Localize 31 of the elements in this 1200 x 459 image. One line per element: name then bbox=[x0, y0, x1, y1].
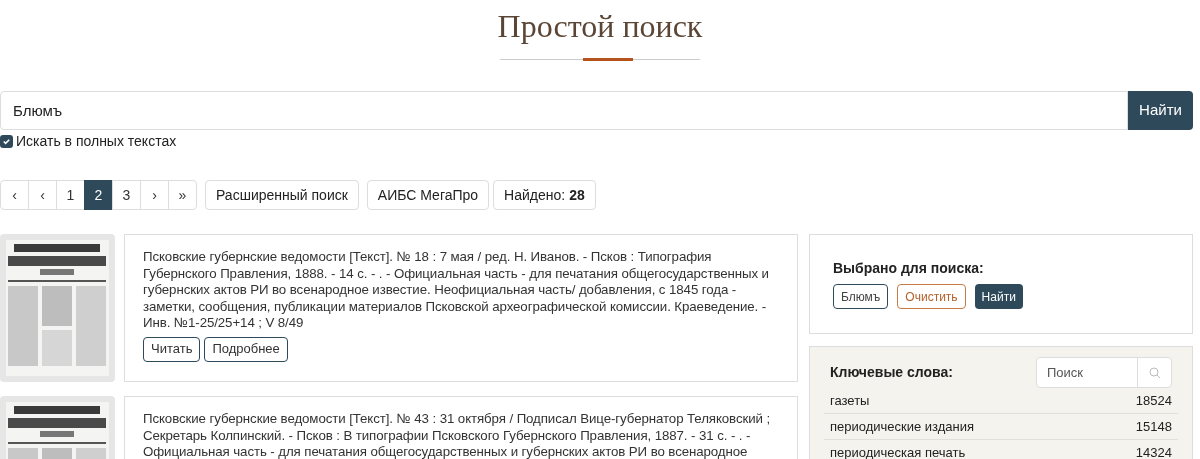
search-icon bbox=[1148, 366, 1161, 379]
tool-button[interactable]: АИБС МегаПро bbox=[366, 180, 490, 210]
result-button[interactable]: Читать bbox=[143, 336, 201, 362]
keyword-search-field[interactable]: Поиск bbox=[1036, 357, 1172, 388]
search-button[interactable]: Найти bbox=[1128, 91, 1193, 130]
page-link[interactable]: ‹ bbox=[28, 180, 57, 210]
result-description: Псковские губернские ведомости [Текст]. № 18 : 7 мая / ред. Н. Иванов. - Псков : Типография Губернского Правления, 1888. - 14 с. - . - Официальная часть - для печатания общегосударственных и губернских актов РИ во всенародное известие. Неофициальная часть/ добавления, с 1845 года - заметки, сообщения, публикации материалов Псковской археографической комиссии. Краеведение. - Инв. №1-25/25+14 ; V 8/49 bbox=[143, 249, 770, 332]
keyword-search-input[interactable]: Поиск bbox=[1037, 358, 1137, 387]
find-button[interactable]: Найти bbox=[974, 284, 1023, 309]
tool-button[interactable]: Расширенный поиск bbox=[205, 180, 359, 210]
keyword-row[interactable]: газеты 18524 bbox=[824, 388, 1178, 414]
keyword-row[interactable]: периодические издания 15148 bbox=[824, 414, 1178, 440]
result-description: Псковские губернские ведомости [Текст]. № 43 : 31 октября / Подписал Вице-губернатор Теляковский ; Секретарь Колпинский. - Псков : В типографии Псковского Губернского Правления, 1887. - 31 с. - . - Официальная часть - для печатания общегосударственных и губернских актов РИ во всенародное bbox=[143, 411, 771, 459]
keyword-row[interactable]: периодическая печать 14324 bbox=[824, 440, 1178, 459]
panel-title: Ключевые слова: bbox=[830, 363, 953, 382]
page-title: Простой поиск bbox=[497, 7, 703, 46]
page-link[interactable]: 1 bbox=[56, 180, 85, 210]
check-icon bbox=[2, 137, 11, 146]
page-link[interactable]: ‹ bbox=[0, 180, 29, 210]
found-count: Найдено: 28 bbox=[493, 180, 596, 210]
page-link[interactable]: 2 bbox=[84, 180, 113, 210]
result-button[interactable]: Подробнее bbox=[204, 336, 288, 362]
term-tag[interactable]: Блюмъ bbox=[833, 284, 889, 309]
page-link[interactable]: 3 bbox=[112, 180, 141, 210]
clear-button[interactable]: Очистить bbox=[897, 284, 966, 309]
page-link[interactable]: » bbox=[168, 180, 197, 210]
page-link[interactable]: › bbox=[140, 180, 169, 210]
checkbox-label: Искать в полных текстах bbox=[16, 132, 177, 151]
search-field[interactable]: Блюмъ bbox=[0, 91, 1128, 130]
panel-title: Выбрано для поиска: bbox=[833, 259, 985, 278]
checkbox[interactable] bbox=[0, 135, 13, 148]
